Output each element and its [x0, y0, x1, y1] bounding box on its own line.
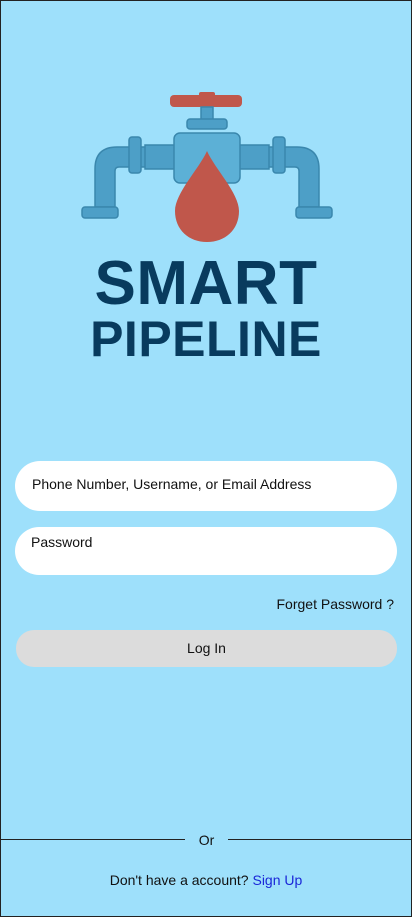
signup-link[interactable]: Sign Up	[252, 872, 302, 888]
forgot-password-link[interactable]: Forget Password ?	[277, 596, 395, 612]
divider-label: Or	[198, 832, 215, 848]
valve-handle-knob	[199, 92, 215, 100]
signup-row: Don't have a account? Sign Up	[1, 872, 411, 888]
left-pipe-foot	[81, 206, 119, 219]
pipeline-logo-icon	[81, 92, 333, 242]
signup-prompt: Don't have a account?	[109, 872, 249, 888]
right-connector	[238, 144, 270, 170]
brand-title-smart: SMART	[94, 249, 318, 318]
username-input[interactable]: Phone Number, Username, or Email Address	[15, 461, 397, 511]
or-divider: Or	[1, 832, 411, 848]
divider-line-left	[1, 839, 185, 840]
left-pipe-flange	[128, 136, 142, 174]
divider-line-right	[228, 839, 411, 840]
login-button[interactable]: Log In	[16, 630, 397, 667]
password-placeholder: Password	[31, 534, 93, 550]
username-placeholder: Phone Number, Username, or Email Address	[32, 476, 312, 492]
login-screen: SMART PIPELINE Phone Number, Username, o…	[0, 0, 412, 917]
valve-cap	[186, 118, 228, 130]
brand-title-pipeline: PIPELINE	[90, 311, 322, 367]
right-pipe-flange	[272, 136, 286, 174]
left-connector	[144, 144, 176, 170]
password-input[interactable]: Password	[15, 527, 397, 575]
right-pipe-foot	[295, 206, 333, 219]
